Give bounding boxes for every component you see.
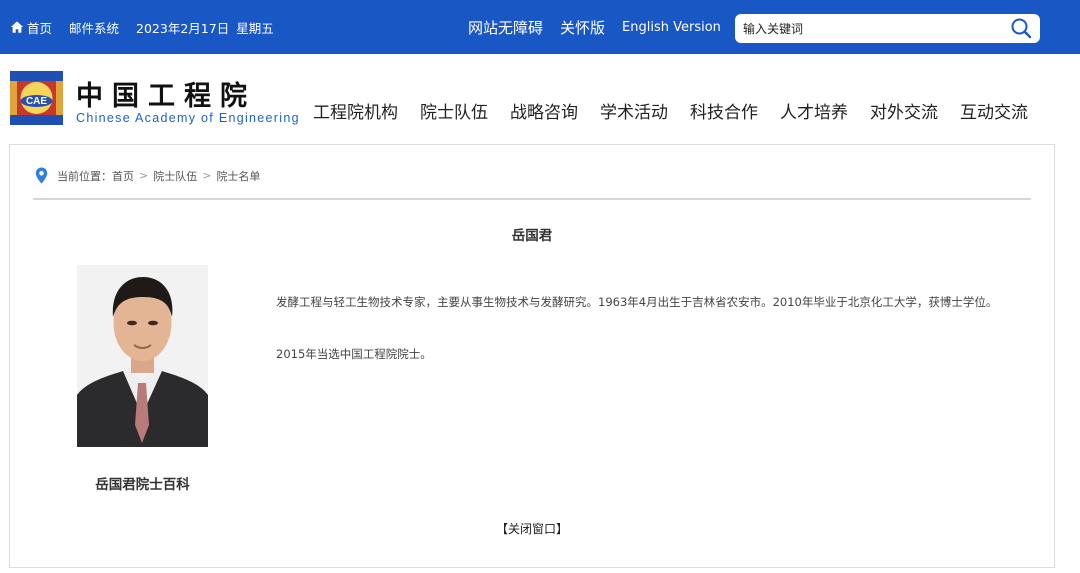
english-version-link[interactable]: English Version: [622, 20, 721, 35]
nav-item-tech-cooperation[interactable]: 科技合作: [690, 98, 758, 123]
top-bar: 首页 邮件系统 2023年2月17日 星期五 网站无障碍 关怀版 English…: [0, 0, 1080, 54]
academician-bio: 发酵工程与轻工生物技术专家，主要从事生物技术与发酵研究。1963年4月出生于吉林…: [252, 289, 1012, 367]
breadcrumb-separator-icon: >: [202, 169, 212, 182]
search-input[interactable]: [743, 14, 1003, 43]
home-link[interactable]: 首页: [10, 18, 52, 37]
search-icon[interactable]: [1010, 17, 1032, 39]
logo-english-name[interactable]: Chinese Academy of Engineering: [76, 111, 300, 125]
home-icon: [10, 21, 24, 33]
main-nav: 工程院机构 院士队伍 战略咨询 学术活动 科技合作 人才培养 对外交流 互动交流: [313, 98, 1028, 123]
breadcrumb-separator-icon: >: [139, 169, 149, 182]
nav-item-international-exchange[interactable]: 对外交流: [870, 98, 938, 123]
nav-item-institutions[interactable]: 工程院机构: [313, 98, 398, 123]
breadcrumb-academicians[interactable]: 院士队伍: [153, 168, 197, 184]
page-title: 岳国君: [511, 228, 553, 244]
breadcrumb-home[interactable]: 首页: [112, 168, 134, 184]
breadcrumb-academician-list[interactable]: 院士名单: [216, 168, 260, 184]
nav-item-academic-activities[interactable]: 学术活动: [600, 98, 668, 123]
search-box: [735, 14, 1040, 43]
breadcrumb-divider: [33, 198, 1031, 200]
logo-chinese-name[interactable]: 中国工程院: [76, 74, 256, 113]
mail-system-link[interactable]: 邮件系统: [69, 18, 119, 37]
home-link-label: 首页: [27, 20, 53, 36]
academician-portrait: [77, 265, 208, 447]
location-pin-icon: [35, 167, 48, 184]
content-panel: 当前位置： 首页 > 院士队伍 > 院士名单 岳国君 岳国君院士百科 发酵工程与…: [9, 144, 1055, 568]
nav-item-strategic-consulting[interactable]: 战略咨询: [510, 98, 578, 123]
bio-paragraph: 2015年当选中国工程院院士。: [276, 347, 432, 361]
bio-paragraph: 发酵工程与轻工生物技术专家，主要从事生物技术与发酵研究。1963年4月出生于吉林…: [276, 295, 998, 309]
current-weekday: 星期五: [236, 20, 274, 36]
breadcrumb: 当前位置： 首页 > 院士队伍 > 院士名单: [35, 167, 260, 184]
nav-item-talent-training[interactable]: 人才培养: [780, 98, 848, 123]
care-version-link[interactable]: 关怀版: [560, 17, 605, 38]
cae-logo-icon[interactable]: CAE: [10, 71, 63, 125]
accessibility-link[interactable]: 网站无障碍: [468, 17, 543, 38]
academician-baike-link[interactable]: 岳国君院士百科: [70, 473, 215, 493]
close-window-button[interactable]: 【关闭窗口】: [10, 520, 1054, 537]
top-bar-left: 首页 邮件系统 2023年2月17日 星期五: [10, 0, 274, 54]
site-header: CAE 中国工程院 Chinese Academy of Engineering…: [0, 54, 1080, 144]
top-bar-links: 网站无障碍 关怀版 English Version: [468, 0, 721, 54]
nav-item-academicians[interactable]: 院士队伍: [420, 98, 488, 123]
nav-item-interaction[interactable]: 互动交流: [960, 98, 1028, 123]
breadcrumb-prefix: 当前位置：: [57, 169, 112, 183]
current-date: 2023年2月17日: [136, 20, 230, 36]
logo-badge-text: CAE: [26, 96, 47, 107]
